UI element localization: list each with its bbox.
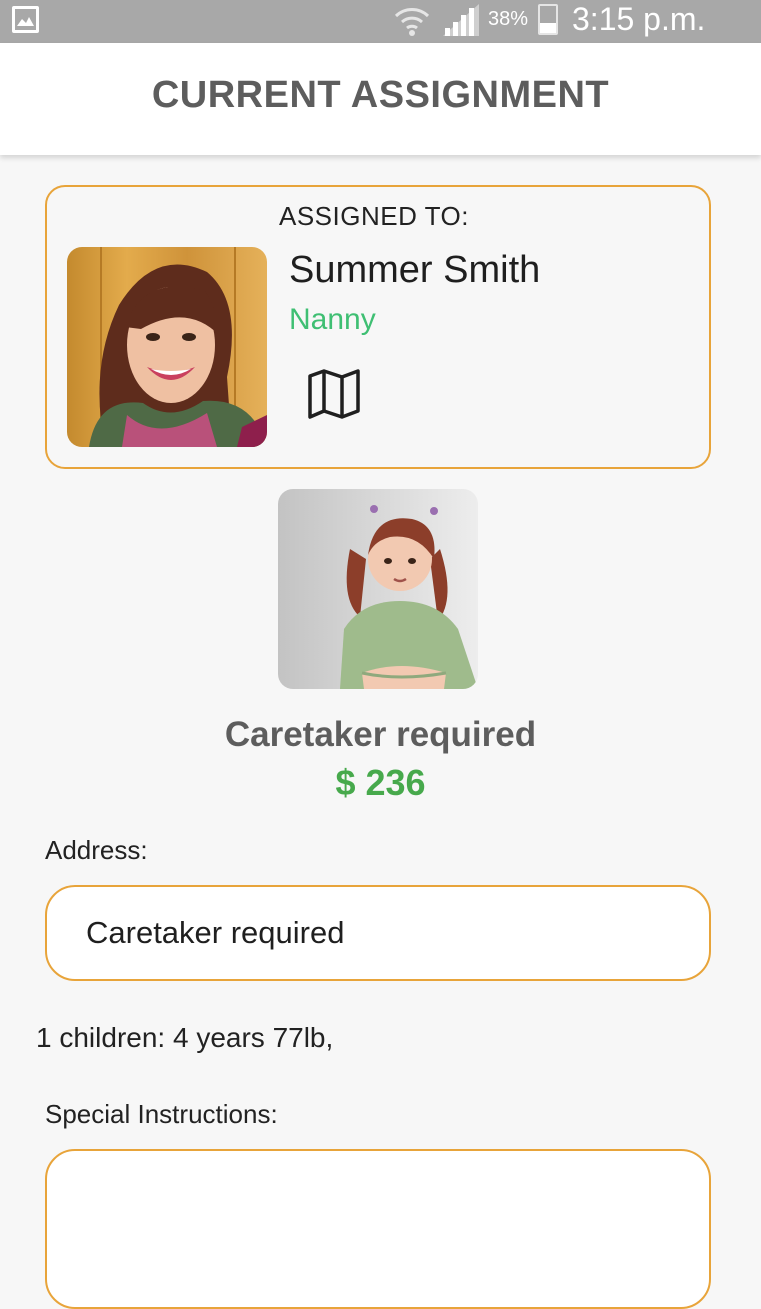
gallery-icon [12, 6, 39, 33]
battery-percent: 38% [488, 8, 529, 30]
assignee-name: Summer Smith [289, 249, 541, 291]
assignee-role: Nanny [289, 303, 376, 336]
instructions-label: Special Instructions: [45, 1099, 278, 1129]
clock: 3:15 p.m. [572, 1, 706, 37]
battery-icon [538, 4, 558, 35]
address-value: Caretaker required [86, 915, 345, 950]
page-title: CURRENT ASSIGNMENT [151, 74, 610, 116]
instructions-field[interactable] [45, 1149, 711, 1309]
map-icon[interactable] [305, 367, 365, 419]
wifi-icon [394, 8, 430, 36]
children-info: 1 children: 4 years 77lb, [36, 1022, 334, 1053]
status-bar: 38% 3:15 p.m. [0, 0, 761, 43]
assignee-avatar[interactable] [67, 247, 267, 447]
job-price: $ 236 [335, 762, 426, 803]
job-title: Caretaker required [224, 715, 537, 754]
app-bar: CURRENT ASSIGNMENT [0, 43, 761, 155]
signal-icon [443, 4, 479, 36]
child-photo [278, 489, 478, 689]
address-label: Address: [45, 835, 148, 865]
address-field[interactable]: Caretaker required [45, 885, 711, 981]
assigned-to-label: ASSIGNED TO: [279, 201, 469, 231]
assigned-card: ASSIGNED TO: Summer Smith Nanny [45, 185, 711, 469]
